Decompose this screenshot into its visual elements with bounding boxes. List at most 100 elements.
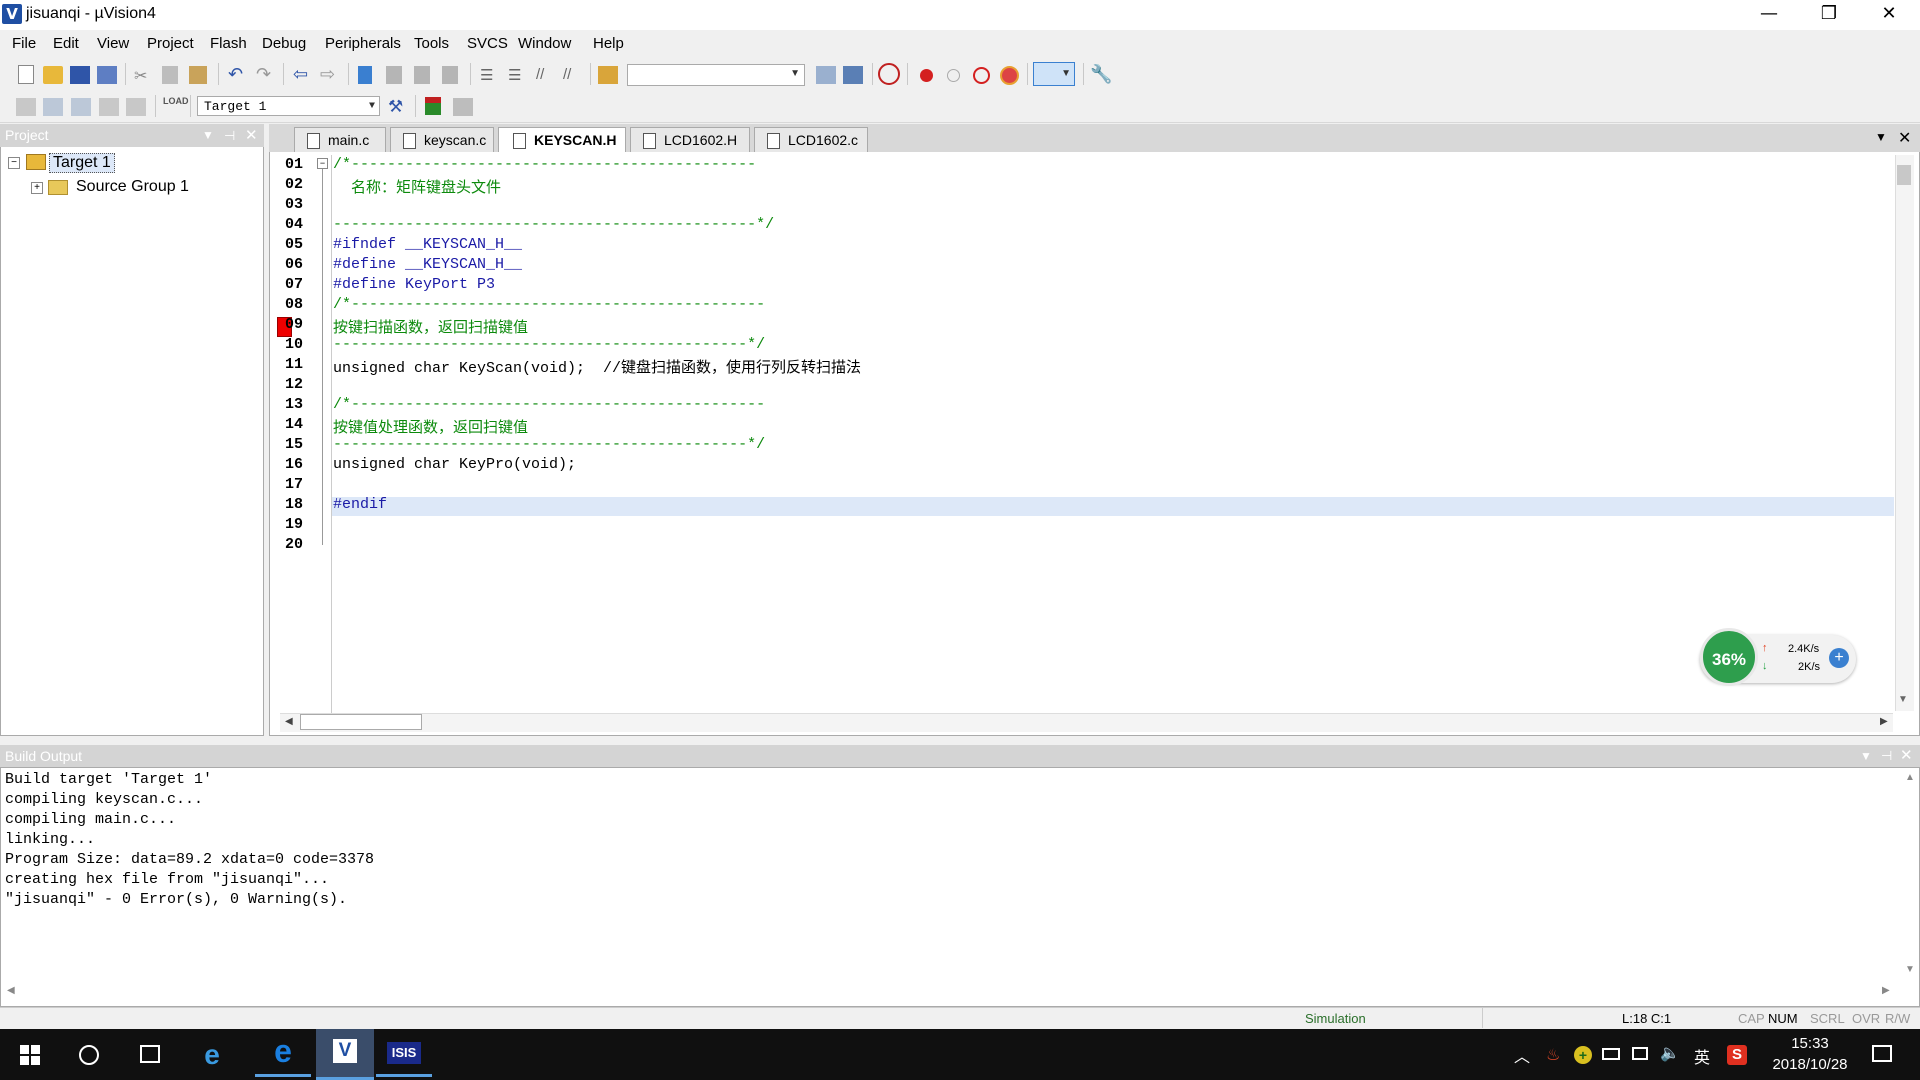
scroll-left-icon[interactable]: ◀ (7, 985, 15, 996)
output-horizontal-scrollbar[interactable]: ◀ ▶ (2, 985, 1900, 1003)
volume-icon[interactable]: 🔈 (1660, 1043, 1680, 1063)
code-line[interactable]: unsigned char KeyScan(void); //键盘扫描函数，使用… (333, 356, 861, 377)
navigate-back-icon[interactable]: ⇦ (293, 64, 313, 84)
code-line[interactable]: ----------------------------------------… (333, 436, 765, 453)
clock-time[interactable]: 15:33 (1775, 1035, 1845, 1052)
tree-item-target[interactable]: Target 1 (49, 153, 115, 173)
minimize-button[interactable]: — (1740, 0, 1798, 30)
code-line[interactable]: #define __KEYSCAN_H__ (333, 256, 522, 273)
tab-lcd1602-h[interactable]: LCD1602.H (630, 127, 750, 152)
tray-app-icon[interactable]: ♨ (1546, 1045, 1560, 1065)
prev-bookmark-icon[interactable] (386, 66, 402, 84)
clock-date[interactable]: 2018/10/28 (1760, 1056, 1860, 1073)
tab-keyscan-c[interactable]: keyscan.c (390, 127, 494, 152)
breakpoint-insert-icon[interactable] (920, 69, 933, 82)
taskbar-isis-app[interactable]: ISIS (376, 1032, 432, 1077)
next-bookmark-icon[interactable] (414, 66, 430, 84)
code-line[interactable]: #define KeyPort P3 (333, 276, 495, 293)
code-line[interactable]: 按键扫描函数，返回扫描键值 (333, 316, 528, 337)
download-icon[interactable]: LOAD (163, 96, 189, 114)
scroll-down-icon[interactable]: ▼ (1905, 964, 1915, 975)
pin-icon[interactable]: ⊣ (224, 124, 235, 147)
cut-icon[interactable]: ✂ (134, 66, 154, 85)
code-line[interactable]: /*--------------------------------------… (333, 296, 765, 313)
show-hidden-icons-chevron-up-icon[interactable]: ︿ (1514, 1043, 1530, 1067)
restore-button[interactable]: ❐ (1800, 0, 1858, 30)
incremental-find-icon[interactable] (816, 66, 836, 84)
search-icon[interactable] (79, 1045, 99, 1065)
menu-flash[interactable]: Flash (210, 35, 247, 52)
code-line[interactable]: ----------------------------------------… (333, 336, 765, 353)
scroll-down-icon[interactable]: ▼ (1898, 694, 1908, 705)
tree-expand-icon[interactable]: + (31, 182, 43, 194)
output-vertical-scrollbar[interactable]: ▲ ▼ (1902, 772, 1918, 977)
taskbar-uvision-app[interactable]: V (316, 1029, 374, 1080)
tree-item-source-group[interactable]: Source Group 1 (76, 178, 189, 196)
breakpoint-kill-all-icon[interactable] (1000, 66, 1019, 85)
taskbar-edge-app[interactable]: e (255, 1032, 311, 1077)
build-icon[interactable] (43, 98, 63, 116)
fold-collapse-icon[interactable]: − (317, 158, 328, 169)
code-line[interactable]: /*--------------------------------------… (333, 396, 765, 413)
target-options-icon[interactable]: ⚒ (388, 97, 408, 116)
debug-session-icon[interactable] (878, 63, 900, 85)
menu-svcs[interactable]: SVCS (467, 35, 508, 52)
breakpoint-disable-all-icon[interactable] (973, 67, 990, 84)
plus-icon[interactable]: + (1829, 648, 1849, 668)
indent-icon[interactable]: ☰ (480, 66, 500, 84)
window-layout-dropdown[interactable]: ▼ (1033, 62, 1075, 86)
find-in-files-icon[interactable] (598, 66, 618, 84)
tab-keyscan-h[interactable]: KEYSCAN.H (498, 127, 626, 152)
select-packs-icon[interactable] (453, 98, 473, 116)
stop-build-icon[interactable] (126, 98, 146, 116)
battery-icon[interactable] (1602, 1048, 1620, 1060)
scroll-right-icon[interactable]: ▶ (1880, 716, 1888, 727)
code-line[interactable]: #ifndef __KEYSCAN_H__ (333, 236, 522, 253)
input-method-indicator[interactable]: 英 (1694, 1044, 1710, 1068)
internet-explorer-icon[interactable]: e (197, 1040, 227, 1070)
editor-vertical-scrollbar[interactable] (1895, 155, 1914, 711)
batch-build-icon[interactable] (99, 98, 119, 116)
editor-scroll-thumb[interactable] (1897, 165, 1911, 185)
task-view-icon[interactable] (140, 1045, 160, 1063)
manage-components-icon[interactable] (425, 97, 441, 115)
rebuild-icon[interactable] (71, 98, 91, 116)
copy-icon[interactable] (162, 66, 178, 84)
tray-plus-icon[interactable]: + (1574, 1046, 1592, 1064)
chevron-down-icon[interactable]: ▼ (790, 68, 800, 79)
code-line[interactable]: unsigned char KeyPro(void); (333, 456, 576, 473)
editor-hscroll-thumb[interactable] (300, 714, 422, 730)
code-line[interactable]: #endif (333, 496, 387, 513)
menu-window[interactable]: Window (518, 35, 571, 52)
save-all-icon[interactable] (97, 66, 117, 84)
menu-file[interactable]: File (12, 35, 36, 52)
editor-horizontal-scrollbar[interactable] (280, 713, 1893, 732)
tab-main-c[interactable]: main.c (294, 127, 386, 152)
code-line[interactable]: ----------------------------------------… (333, 216, 774, 233)
action-center-icon[interactable] (1872, 1045, 1892, 1062)
find-combo[interactable]: ▼ (627, 64, 805, 86)
scroll-left-icon[interactable]: ◀ (285, 716, 293, 727)
translate-icon[interactable] (16, 98, 36, 116)
comment-icon[interactable]: // (536, 66, 556, 84)
save-icon[interactable] (70, 66, 90, 84)
panel-menu-icon[interactable]: ▼ (202, 124, 214, 147)
navigate-forward-icon[interactable]: ⇨ (320, 64, 340, 84)
configure-wrench-icon[interactable]: 🔧 (1090, 64, 1112, 84)
sogou-input-icon[interactable]: S (1727, 1045, 1747, 1065)
tab-list-icon[interactable]: ▼ (1875, 130, 1887, 144)
network-icon[interactable] (1632, 1047, 1648, 1060)
menu-edit[interactable]: Edit (53, 35, 79, 52)
bookmark-icon[interactable] (358, 66, 372, 84)
menu-tools[interactable]: Tools (414, 35, 449, 52)
close-icon[interactable]: ✕ (1900, 745, 1913, 767)
close-icon[interactable]: ✕ (1898, 128, 1911, 148)
menu-debug[interactable]: Debug (262, 35, 306, 52)
close-button[interactable]: ✕ (1860, 0, 1918, 30)
clear-bookmarks-icon[interactable] (442, 66, 458, 84)
menu-view[interactable]: View (97, 35, 129, 52)
close-icon[interactable]: ✕ (245, 124, 258, 147)
code-line[interactable]: 按键值处理函数，返回扫键值 (333, 416, 528, 437)
windows-start-icon[interactable] (20, 1045, 40, 1065)
code-line[interactable]: 名称：矩阵键盘头文件 (333, 176, 501, 197)
